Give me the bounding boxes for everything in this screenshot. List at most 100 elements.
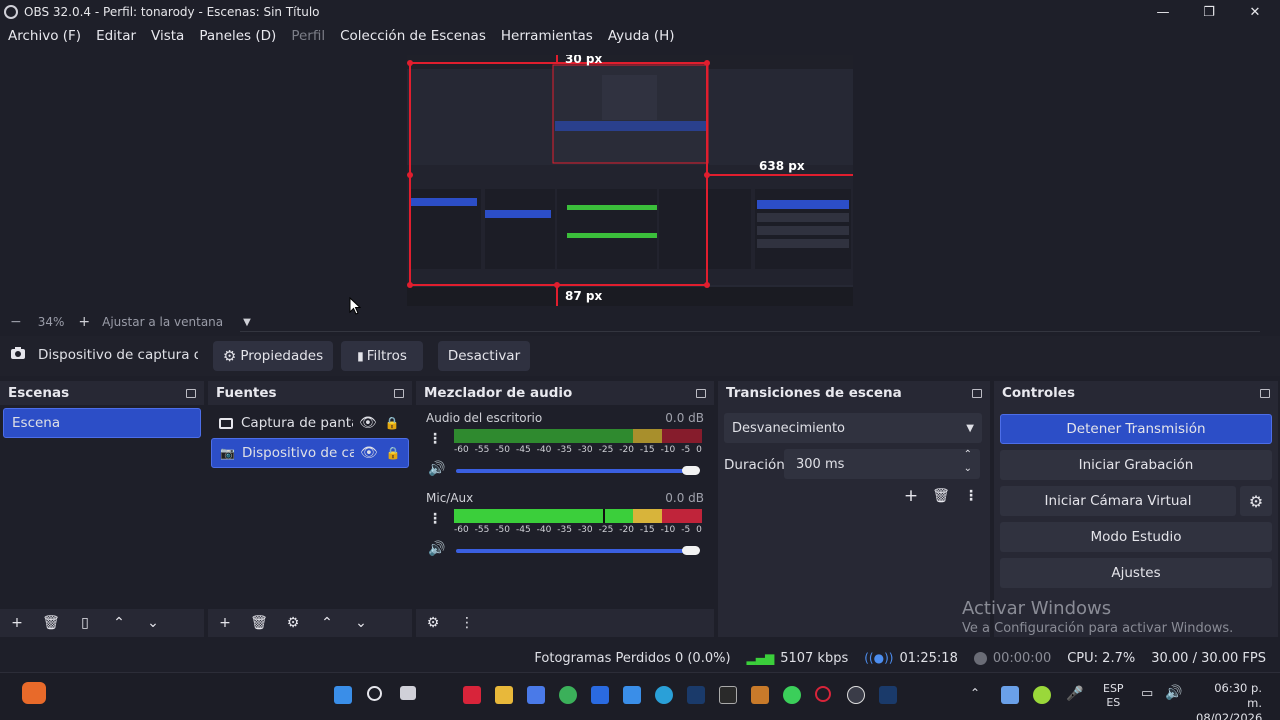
minimize-button[interactable]: —: [1140, 0, 1186, 24]
file-explorer-icon[interactable]: [495, 686, 513, 704]
tray-app-icon[interactable]: [1001, 686, 1019, 704]
add-icon[interactable]: +: [6, 612, 28, 634]
opera-icon[interactable]: [815, 686, 831, 702]
start-recording-button[interactable]: Iniciar Grabación: [1000, 450, 1272, 480]
lock-icon[interactable]: 🔒: [386, 446, 401, 460]
network-icon[interactable]: ▭: [1141, 686, 1153, 701]
volume-slider-handle[interactable]: [682, 546, 700, 555]
transition-select[interactable]: Desvanecimiento ▼: [724, 413, 982, 443]
volume-icon[interactable]: 🔊: [1165, 685, 1182, 701]
windows-start-icon[interactable]: [334, 686, 352, 704]
menu-help[interactable]: Ayuda (H): [608, 28, 675, 44]
copilot-icon[interactable]: [527, 686, 545, 704]
scene-item[interactable]: Escena: [3, 408, 201, 438]
virtual-camera-settings-gear-icon[interactable]: ⚙: [1240, 486, 1272, 516]
volume-slider[interactable]: [456, 549, 698, 553]
kebab-menu-icon[interactable]: ⋮: [428, 511, 442, 527]
source-item[interactable]: 📷 Dispositivo de cap 👁 🔒: [211, 438, 409, 468]
source-item[interactable]: Captura de pantall 👁 🔒: [211, 408, 409, 438]
menu-scene-collection[interactable]: Colección de Escenas: [340, 28, 486, 44]
eye-icon[interactable]: 👁: [360, 445, 378, 461]
clock[interactable]: 06:30 p. m. 08/02/2026: [1196, 681, 1262, 720]
filter-icon[interactable]: ▯: [74, 612, 96, 634]
settings-button[interactable]: Ajustes: [1000, 558, 1272, 588]
capcut-icon[interactable]: [719, 686, 737, 704]
chevron-down-icon[interactable]: ⌄: [142, 612, 164, 634]
undock-icon[interactable]: [696, 388, 706, 398]
search-icon[interactable]: [367, 686, 382, 701]
chrome-icon[interactable]: [559, 686, 577, 704]
deactivate-button[interactable]: Desactivar: [438, 341, 530, 371]
widgets-icon[interactable]: [22, 682, 46, 704]
start-virtual-camera-button[interactable]: Iniciar Cámara Virtual: [1000, 486, 1236, 516]
gear-icon[interactable]: ⚙: [282, 612, 304, 634]
meter-ticks: -60 -55 -50 -45 -40 -35 -30 -25 -20 -15 -10 -5 0: [454, 525, 702, 535]
obs-taskbar-icon[interactable]: [847, 686, 865, 704]
menu-docks[interactable]: Paneles (D): [199, 28, 276, 44]
maximize-button[interactable]: ❐: [1186, 0, 1232, 24]
trash-icon[interactable]: 🗑: [40, 612, 62, 634]
chevron-up-icon[interactable]: ⌃: [316, 612, 338, 634]
chevron-up-icon[interactable]: ⌃: [108, 612, 130, 634]
chevron-up-icon[interactable]: ⌃: [970, 686, 980, 700]
preview-canvas[interactable]: 30 px 638 px 87 px: [407, 55, 853, 306]
eye-icon[interactable]: 👁: [359, 415, 377, 431]
language-code: ESP: [1103, 682, 1124, 695]
zoom-bar: − 34% + Ajustar a la ventana ▼: [0, 312, 1280, 332]
app-icon-red[interactable]: [463, 686, 481, 704]
add-icon[interactable]: +: [214, 612, 236, 634]
lock-icon[interactable]: 🔒: [385, 416, 400, 430]
chevron-down-icon[interactable]: ▼: [243, 317, 251, 328]
add-icon[interactable]: +: [900, 485, 922, 507]
zoom-out-button[interactable]: −: [10, 314, 22, 330]
app-icon-orange[interactable]: [751, 686, 769, 704]
duration-spinbox[interactable]: 300 ms ⌃ ⌄: [784, 449, 980, 479]
deactivate-label: Desactivar: [447, 348, 521, 364]
filters-button[interactable]: ▮ Filtros: [341, 341, 423, 371]
zoom-in-button[interactable]: +: [78, 314, 90, 330]
overlay-right-label: 638 px: [759, 159, 805, 173]
menu-view[interactable]: Vista: [151, 28, 184, 44]
store-icon[interactable]: [623, 686, 641, 704]
fit-to-window-select[interactable]: Ajustar a la ventana: [102, 315, 223, 329]
language-indicator[interactable]: ESP ES: [1103, 682, 1124, 710]
menu-tools[interactable]: Herramientas: [501, 28, 593, 44]
advanced-audio-gear-icon[interactable]: ⚙: [422, 612, 444, 634]
transitions-dock: Transiciones de escena Desvanecimiento ▼…: [718, 381, 990, 637]
kebab-menu-icon[interactable]: ⋮: [428, 431, 442, 447]
edge-icon[interactable]: [655, 686, 673, 704]
steam-icon-2[interactable]: [879, 686, 897, 704]
volume-slider-handle[interactable]: [682, 466, 700, 475]
undock-icon[interactable]: [972, 388, 982, 398]
properties-button[interactable]: ⚙ Propiedades: [213, 341, 333, 371]
undock-icon[interactable]: [186, 388, 196, 398]
volume-slider[interactable]: [456, 469, 698, 473]
steam-icon[interactable]: [687, 686, 705, 704]
close-button[interactable]: ✕: [1232, 0, 1278, 24]
mixer-channel-mic: Mic/Aux 0.0 dB ⋮ -60 -55 -50 -45 -40 -35 -30 -2…: [422, 491, 708, 567]
speaker-icon[interactable]: 🔊: [428, 541, 445, 557]
trash-icon[interactable]: 🗑: [248, 612, 270, 634]
whatsapp-icon[interactable]: [783, 686, 801, 704]
menu-file[interactable]: Archivo (F): [8, 28, 81, 44]
tray-green-icon[interactable]: [1033, 686, 1051, 704]
chevron-down-icon[interactable]: ⌄: [350, 612, 372, 634]
chevron-up-icon[interactable]: ⌃: [964, 449, 972, 460]
kebab-menu-icon[interactable]: ⋮: [456, 612, 478, 634]
trash-icon[interactable]: 🗑: [930, 485, 952, 507]
zoom-value: 34%: [37, 315, 65, 329]
undock-icon[interactable]: [394, 388, 404, 398]
mail-icon[interactable]: [591, 686, 609, 704]
studio-mode-button[interactable]: Modo Estudio: [1000, 522, 1272, 552]
chevron-down-icon[interactable]: ⌄: [964, 463, 972, 474]
sources-footer: + 🗑 ⚙ ⌃ ⌄: [208, 609, 412, 637]
stop-streaming-button[interactable]: Detener Transmisión: [1000, 414, 1272, 444]
kebab-menu-icon[interactable]: ⋮: [960, 485, 982, 507]
menu-profile[interactable]: Perfil: [291, 28, 325, 44]
undock-icon[interactable]: [1260, 388, 1270, 398]
menu-edit[interactable]: Editar: [96, 28, 136, 44]
task-view-icon[interactable]: [400, 686, 416, 700]
microphone-icon[interactable]: 🎤: [1066, 686, 1083, 702]
speaker-icon[interactable]: 🔊: [428, 461, 445, 477]
bitrate-status: ▂▄▆ 5107 kbps: [747, 651, 849, 666]
